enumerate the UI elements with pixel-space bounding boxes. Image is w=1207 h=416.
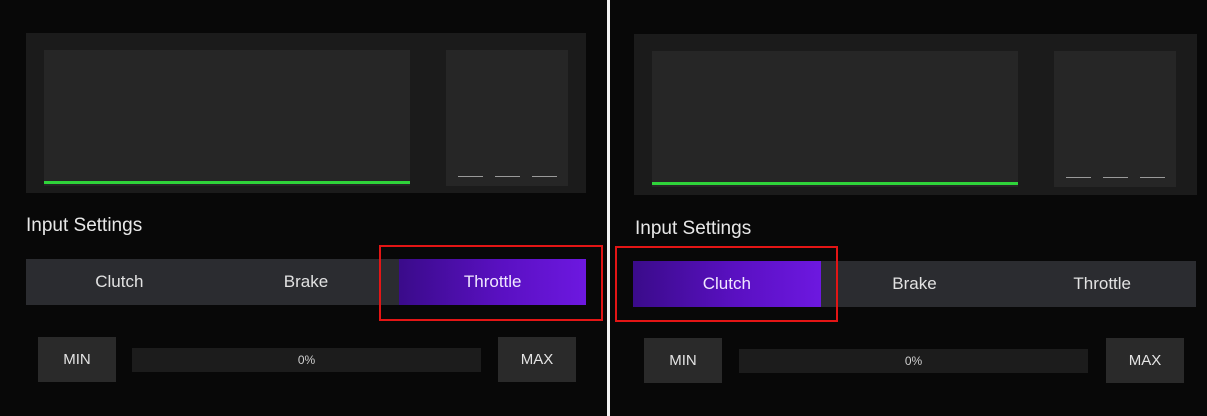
input-graph-area [634, 34, 1197, 195]
axis-bar-3 [1140, 177, 1165, 178]
progress-percent: 0% [297, 353, 316, 367]
max-button[interactable]: MAX [498, 337, 576, 382]
input-curve-graph [44, 50, 410, 186]
tab-brake[interactable]: Brake [213, 259, 400, 305]
axis-bar-2 [1103, 177, 1128, 178]
input-level-line [652, 182, 1018, 185]
axis-bar-2 [495, 176, 520, 177]
panel-throttle-selected: Input Settings Clutch Brake Throttle MIN… [0, 0, 607, 416]
axis-bar-3 [532, 176, 557, 177]
section-title: Input Settings [26, 215, 143, 236]
min-button[interactable]: MIN [38, 337, 116, 382]
progress-percent: 0% [904, 354, 923, 368]
tab-throttle[interactable]: Throttle [1008, 261, 1196, 307]
highlight-annotation [615, 246, 838, 322]
max-button[interactable]: MAX [1106, 338, 1184, 383]
tab-clutch[interactable]: Clutch [26, 259, 213, 305]
tab-brake[interactable]: Brake [821, 261, 1009, 307]
axis-bars-panel [446, 50, 568, 186]
axis-bar-1 [458, 176, 483, 177]
axis-bar-1 [1066, 177, 1091, 178]
panel-clutch-selected: Input Settings Clutch Brake Throttle MIN… [610, 0, 1207, 416]
input-level-line [44, 181, 410, 184]
input-progress-bar: 0% [132, 348, 481, 372]
input-graph-area [26, 33, 586, 193]
section-title: Input Settings [635, 218, 752, 239]
input-curve-graph [652, 51, 1018, 187]
input-progress-bar: 0% [739, 349, 1088, 373]
min-button[interactable]: MIN [644, 338, 722, 383]
highlight-annotation [379, 245, 603, 321]
axis-bars-panel [1054, 51, 1176, 187]
